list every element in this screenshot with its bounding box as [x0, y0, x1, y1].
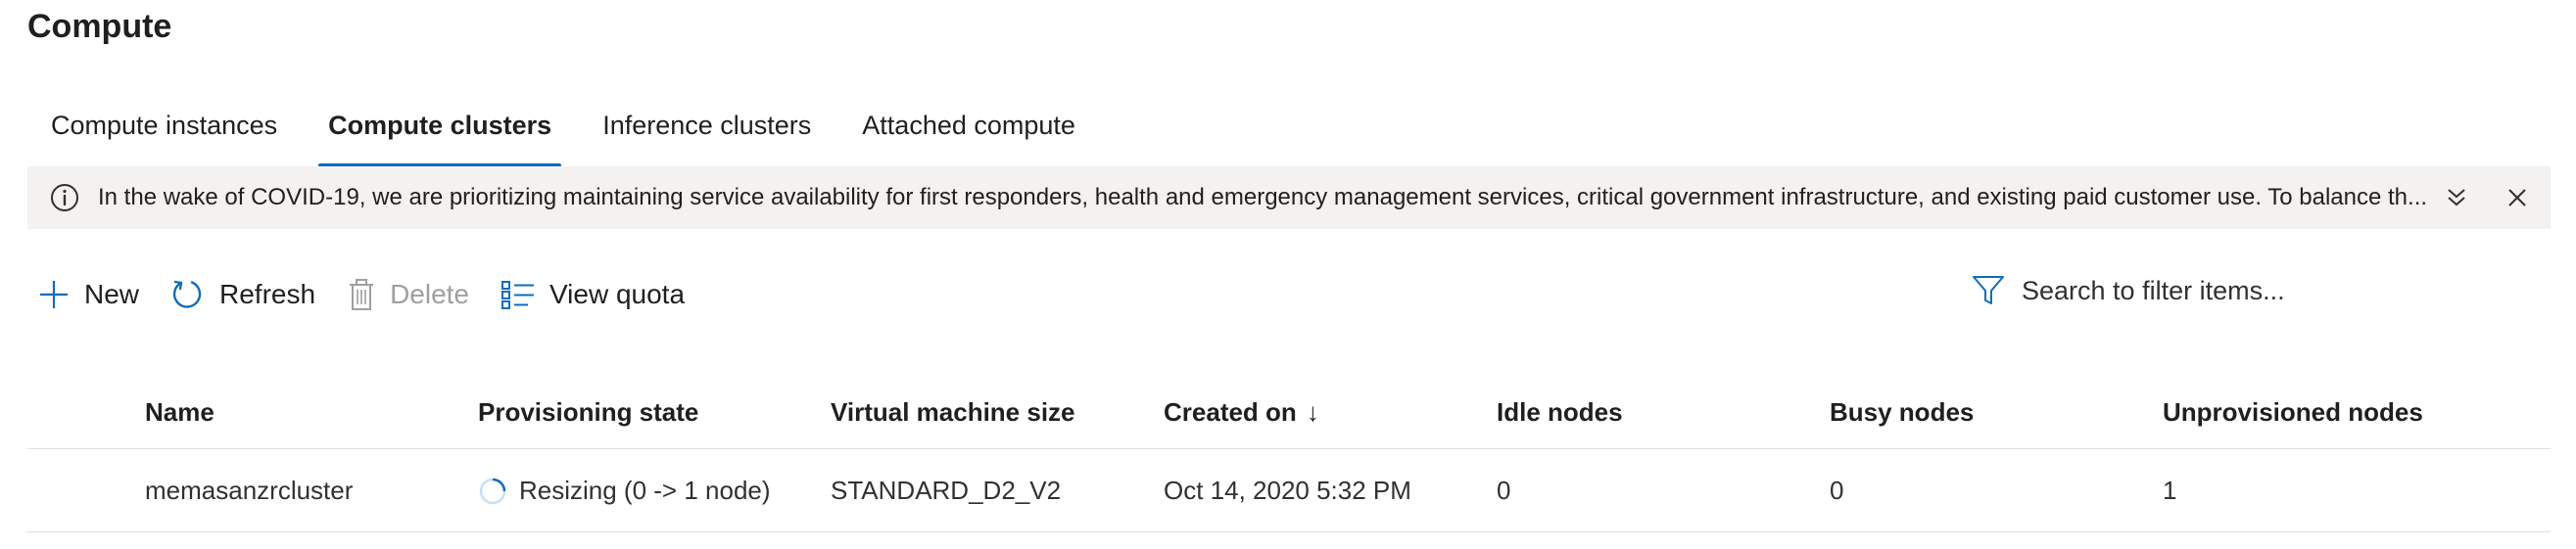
search-box — [1971, 266, 2529, 315]
tab-compute-clusters[interactable]: Compute clusters — [303, 103, 577, 167]
sort-descending-icon: ↓ — [1306, 397, 1319, 427]
busy-nodes-cell: 0 — [1830, 476, 1844, 505]
search-input[interactable] — [2022, 275, 2511, 306]
column-header-unprovisioned-nodes[interactable]: Unprovisioned nodes — [2163, 377, 2423, 448]
delete-label: Delete — [390, 279, 469, 309]
table-header: Name Provisioning state Virtual machine … — [27, 377, 2551, 449]
column-header-created-on[interactable]: Created on ↓ — [1164, 377, 1319, 448]
tab-inference-clusters[interactable]: Inference clusters — [577, 103, 836, 167]
table-row[interactable]: memasanzrcluster Resizing (0 -> 1 node) … — [27, 450, 2551, 532]
column-header-busy-nodes[interactable]: Busy nodes — [1830, 377, 1974, 448]
new-label: New — [84, 279, 140, 309]
chevron-double-down-icon[interactable] — [2443, 184, 2470, 211]
view-quota-button[interactable]: View quota — [501, 279, 685, 310]
close-icon[interactable] — [2504, 184, 2531, 211]
tab-bar: Compute instances Compute clusters Infer… — [25, 103, 1101, 167]
column-header-provisioning-state[interactable]: Provisioning state — [478, 377, 698, 448]
column-header-name[interactable]: Name — [145, 377, 215, 448]
info-icon — [51, 184, 78, 211]
idle-nodes-cell: 0 — [1497, 476, 1511, 505]
delete-button[interactable]: Delete — [347, 278, 469, 311]
refresh-button[interactable]: Refresh — [170, 277, 315, 312]
notification-banner: In the wake of COVID-19, we are prioriti… — [27, 166, 2551, 229]
column-header-idle-nodes[interactable]: Idle nodes — [1497, 377, 1623, 448]
tab-compute-instances[interactable]: Compute instances — [25, 103, 303, 167]
provisioning-state-cell: Resizing (0 -> 1 node) — [478, 450, 771, 531]
plus-icon — [40, 281, 68, 308]
view-quota-label: View quota — [549, 279, 686, 309]
unprovisioned-nodes-cell: 1 — [2163, 476, 2177, 505]
trash-icon — [350, 279, 374, 310]
new-button[interactable]: New — [37, 278, 139, 311]
column-header-created-on-label: Created on — [1164, 397, 1297, 427]
refresh-icon — [172, 280, 202, 308]
refresh-label: Refresh — [219, 279, 316, 309]
command-bar: New Refresh Delete View quota — [37, 270, 716, 319]
provisioning-state-text: Resizing (0 -> 1 node) — [519, 476, 771, 505]
column-header-vm-size[interactable]: Virtual machine size — [831, 377, 1075, 448]
created-on-cell: Oct 14, 2020 5:32 PM — [1164, 476, 1411, 505]
filter-icon — [1973, 276, 2004, 304]
vm-size-cell: STANDARD_D2_V2 — [831, 476, 1062, 505]
page-title: Compute — [27, 8, 172, 45]
tab-attached-compute[interactable]: Attached compute — [836, 103, 1101, 167]
list-icon — [501, 281, 534, 309]
banner-message: In the wake of COVID-19, we are prioriti… — [98, 184, 2428, 210]
cluster-name-link[interactable]: memasanzrcluster — [145, 450, 353, 531]
spinner-icon — [479, 478, 506, 504]
